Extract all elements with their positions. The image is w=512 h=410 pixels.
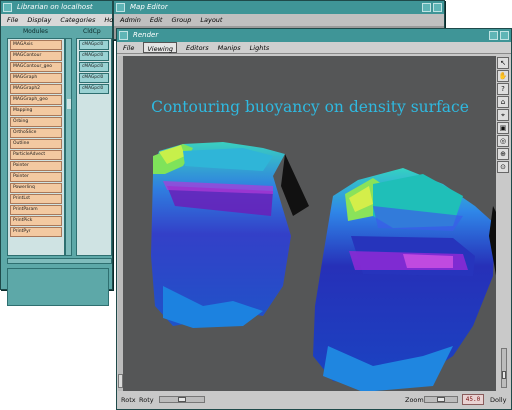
librarian-title: Librarian on localhost <box>17 3 93 11</box>
module-item[interactable]: MAGGraph <box>10 73 62 83</box>
maximize-icon[interactable] <box>500 31 509 40</box>
render-menu-editors[interactable]: Editors <box>186 42 209 53</box>
window-menu-icon[interactable] <box>3 3 12 12</box>
librarian-horizontal-scrollbar[interactable] <box>7 258 112 264</box>
3d-viewport[interactable]: Contouring buoyancy on density surface <box>123 56 497 393</box>
maximize-icon[interactable] <box>433 3 442 12</box>
roty-slider[interactable] <box>159 396 205 403</box>
module-item[interactable]: Powerlinq <box>10 183 62 193</box>
module-item[interactable]: PrintParam <box>10 205 62 215</box>
select-pointer-icon[interactable]: ↖ <box>497 57 509 69</box>
view-all-icon[interactable]: ▣ <box>497 122 509 134</box>
zoom-label: Zoom <box>405 396 424 404</box>
librarian-menu-file[interactable]: File <box>7 14 18 26</box>
roty-label: Roty <box>139 396 154 404</box>
dolly-slider[interactable] <box>501 348 507 388</box>
categories-header: CldCp <box>83 28 101 35</box>
modules-header: Modules <box>23 28 48 35</box>
map-editor-menu-admin[interactable]: Admin <box>120 14 141 26</box>
dolly-label: Dolly <box>490 396 507 404</box>
module-item[interactable]: Pointer <box>10 161 62 171</box>
module-item[interactable]: MAGAxis <box>10 40 62 50</box>
rotx-label: Rotx <box>121 396 136 404</box>
render-window: Render File Viewing Editors Manips Light… <box>116 28 512 410</box>
module-item[interactable]: MAGGraph_geo <box>10 95 62 105</box>
render-menubar: File Viewing Editors Manips Lights <box>117 42 511 54</box>
librarian-titlebar[interactable]: Librarian on localhost <box>1 1 112 14</box>
window-buttons <box>489 31 509 40</box>
dolly-slider-thumb[interactable] <box>502 371 506 379</box>
module-item[interactable]: MAGGraph2 <box>10 84 62 94</box>
map-editor-menu-group[interactable]: Group <box>171 14 191 26</box>
render-menu-viewing[interactable]: Viewing <box>143 42 177 53</box>
librarian-body: Modules CldCp MAGAxis MAGContour MAGCont… <box>1 26 112 306</box>
module-item[interactable]: PrintPick <box>10 216 62 226</box>
render-menu-file[interactable]: File <box>123 42 134 53</box>
camera-icon[interactable]: ⊙ <box>497 161 509 173</box>
category-item[interactable]: cMAGpcl0 <box>79 62 109 72</box>
module-item[interactable]: MAGContour <box>10 51 62 61</box>
module-item[interactable]: Mapping <box>10 106 62 116</box>
zoom-slider[interactable] <box>424 396 458 403</box>
map-editor-menu-layout[interactable]: Layout <box>200 14 222 26</box>
module-item[interactable]: Outline <box>10 139 62 149</box>
render-titlebar[interactable]: Render <box>117 29 511 42</box>
window-menu-icon[interactable] <box>119 31 128 40</box>
module-list-scrollbar[interactable] <box>65 38 72 256</box>
map-editor-title: Map Editor <box>130 3 168 11</box>
module-item[interactable]: ParticleAdvect <box>10 150 62 160</box>
librarian-bottom-panel <box>7 268 109 306</box>
module-item[interactable]: OrthoSlice <box>10 128 62 138</box>
category-item[interactable]: cMAGpcl0 <box>79 84 109 94</box>
projection-icon[interactable]: ⊕ <box>497 148 509 160</box>
zoom-slider-thumb[interactable] <box>437 397 445 402</box>
help-icon[interactable]: ? <box>497 83 509 95</box>
librarian-menu-display[interactable]: Display <box>27 14 51 26</box>
home-icon[interactable]: ⌂ <box>497 96 509 108</box>
minimize-icon[interactable] <box>489 31 498 40</box>
category-item[interactable]: cMAGpcl0 <box>79 40 109 50</box>
scrollbar-thumb[interactable] <box>67 99 71 109</box>
window-menu-icon[interactable] <box>116 3 125 12</box>
map-editor-menu-edit[interactable]: Edit <box>150 14 163 26</box>
render-title: Render <box>133 31 159 39</box>
module-item[interactable]: PrintPyr <box>10 227 62 237</box>
window-buttons <box>422 3 442 12</box>
module-item[interactable]: MAGContour_geo <box>10 62 62 72</box>
viewer-toolbar: ↖ ✋ ? ⌂ ⌖ ▣ ◎ ⊕ ⊙ <box>496 56 510 393</box>
scene-title: Contouring buoyancy on density surface <box>151 98 469 116</box>
right-surface-shape <box>313 168 497 392</box>
roty-slider-thumb[interactable] <box>178 397 186 402</box>
minimize-icon[interactable] <box>422 3 431 12</box>
left-surface-shape <box>151 142 309 328</box>
module-list: MAGAxis MAGContour MAGContour_geo MAGGra… <box>7 38 65 256</box>
module-item[interactable]: Orbing <box>10 117 62 127</box>
map-editor-titlebar[interactable]: Map Editor <box>114 1 444 14</box>
map-editor-menubar: Admin Edit Group Layout <box>114 14 444 26</box>
render-menu-manips[interactable]: Manips <box>218 42 241 53</box>
viewer-bottom-bar: Rotx Roty Zoom 45.0 Dolly <box>117 391 511 409</box>
category-item[interactable]: cMAGpcl0 <box>79 73 109 83</box>
module-item[interactable]: PrintLst <box>10 194 62 204</box>
librarian-window: Librarian on localhost File Display Cate… <box>0 0 123 306</box>
librarian-menubar: File Display Categories Hosts <box>1 14 123 26</box>
render-menu-lights[interactable]: Lights <box>250 42 270 53</box>
seek-icon[interactable]: ◎ <box>497 135 509 147</box>
librarian-menu-categories[interactable]: Categories <box>60 14 95 26</box>
zoom-value-field[interactable]: 45.0 <box>462 394 484 405</box>
module-item[interactable]: Pointer <box>10 172 62 182</box>
set-home-icon[interactable]: ⌖ <box>497 109 509 121</box>
category-item[interactable]: cMAGpcl0 <box>79 51 109 61</box>
category-list: cMAGpcl0 cMAGpcl0 cMAGpcl0 cMAGpcl0 cMAG… <box>76 38 112 256</box>
pan-hand-icon[interactable]: ✋ <box>497 70 509 82</box>
